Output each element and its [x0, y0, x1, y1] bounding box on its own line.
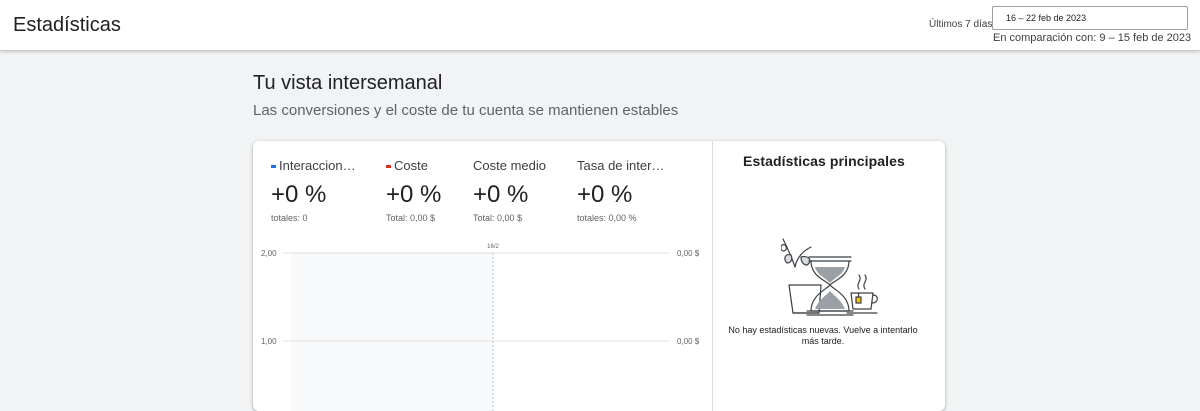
page-title: Estadísticas	[13, 14, 121, 36]
chart-shaded-area	[291, 253, 493, 411]
y-axis-tick-label: 1,00	[261, 337, 277, 346]
date-range-label: Últimos 7 días	[929, 19, 993, 30]
y2-axis-tick-label: 0,00 $	[677, 249, 700, 258]
y-axis-tick-label: 2,00	[261, 249, 277, 258]
top-app-bar: Estadísticas Últimos 7 días 16 – 22 feb …	[0, 0, 1200, 51]
comparison-range-text: En comparación con: 9 – 15 feb de 2023	[993, 32, 1192, 44]
hourglass-with-plant-and-cup-illustration	[781, 238, 878, 316]
performance-chart: 2,00 0,00 $ 1,00 0,00 $ 16/2	[261, 244, 700, 411]
date-range-picker[interactable]: 16 – 22 feb de 2023	[992, 6, 1188, 30]
overview-card: Interaccion… +0 % totales: 0 Coste +0 % …	[253, 141, 945, 411]
insights-title: Estadísticas principales	[743, 153, 905, 169]
section-subtitle: Las conversiones y el coste de tu cuenta…	[253, 102, 679, 119]
card-divider	[712, 141, 713, 411]
date-marker-label: 16/2	[487, 244, 499, 250]
empty-insights-message: No hay estadísticas nuevas. Vuelve a int…	[728, 325, 918, 346]
y2-axis-tick-label: 0,00 $	[677, 337, 700, 346]
section-title: Tu vista intersemanal	[253, 72, 443, 94]
